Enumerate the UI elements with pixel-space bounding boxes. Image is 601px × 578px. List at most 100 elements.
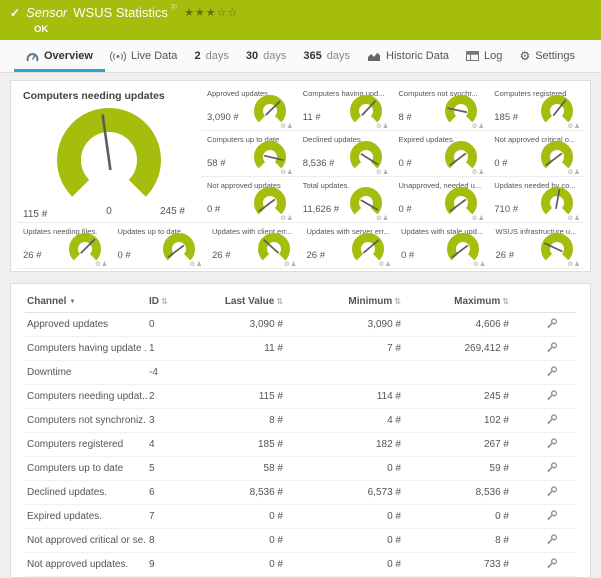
gauge-tile-declined-updates[interactable]: Declined updates.8,536 #⚙♟	[297, 131, 393, 177]
gauge-action-icons[interactable]: ⚙♟	[378, 260, 392, 268]
gauge-pin-icon[interactable]: ♟	[574, 261, 581, 268]
gauge-action-icons[interactable]: ⚙♟	[280, 214, 294, 222]
col-header-maximum[interactable]: Maximum⇅	[403, 290, 511, 313]
priority-stars[interactable]: ★★★☆☆	[184, 5, 238, 21]
gauge-settings-icon[interactable]: ⚙	[473, 261, 480, 268]
gauge-tile-not-approved-updates[interactable]: Not approved updates0 #⚙♟	[201, 177, 297, 223]
cell-channel[interactable]: Not approved updates.	[25, 553, 147, 577]
gauge-tile-not-approved-critical-o[interactable]: Not approved critical o...0 #⚙♟	[488, 131, 584, 177]
channel-settings-icon[interactable]	[546, 341, 558, 353]
gauge-action-icons[interactable]: ⚙♟	[472, 214, 486, 222]
gauge-settings-icon[interactable]: ⚙	[376, 169, 383, 176]
gauge-action-icons[interactable]: ⚙♟	[567, 260, 581, 268]
gauge-pin-icon[interactable]: ♟	[480, 261, 487, 268]
cell-channel[interactable]: Declined updates.	[25, 481, 147, 505]
gauge-pin-icon[interactable]: ♟	[196, 261, 203, 268]
gauge-pin-icon[interactable]: ♟	[383, 215, 390, 222]
gauge-tile-updates-with-server-err[interactable]: Updates with server err...26 #⚙♟	[301, 223, 396, 269]
gauge-tile-updates-with-stale-upd[interactable]: Updates with stale upd...0 #⚙♟	[395, 223, 490, 269]
cell-channel[interactable]: Computers not synchroniz...	[25, 409, 147, 433]
tab-live-data[interactable]: Live Data	[106, 40, 181, 72]
gauge-tile-total-updates[interactable]: Total updates.11,626 #⚙♟	[297, 177, 393, 223]
gauge-action-icons[interactable]: ⚙♟	[567, 214, 581, 222]
cell-channel[interactable]: Computers having update ...	[25, 337, 147, 361]
tab-settings[interactable]: ⚙Settings	[515, 40, 579, 72]
gauge-action-icons[interactable]: ⚙♟	[472, 168, 486, 176]
tab-historic-data[interactable]: Historic Data	[363, 40, 453, 72]
gauge-tile-computers-having-upd[interactable]: Computers having upd...11 #⚙♟	[297, 85, 393, 131]
gauge-tile-computers-not-synchr[interactable]: Computers not synchr...8 #⚙♟	[393, 85, 489, 131]
channel-settings-icon[interactable]	[546, 413, 558, 425]
tab-2-days[interactable]: 2days	[190, 40, 232, 72]
gauge-action-icons[interactable]: ⚙♟	[567, 168, 581, 176]
channel-settings-icon[interactable]	[546, 317, 558, 329]
col-header-last-value[interactable]: Last Value⇅	[205, 290, 285, 313]
gauge-tile-approved-updates[interactable]: Approved updates3,090 #⚙♟	[201, 85, 297, 131]
gauge-action-icons[interactable]: ⚙♟	[280, 122, 294, 130]
channel-settings-icon[interactable]	[546, 437, 558, 449]
gauge-tile-unapproved-needed-u[interactable]: Unapproved, needed u...0 #⚙♟	[393, 177, 489, 223]
channel-settings-icon[interactable]	[546, 365, 558, 377]
gauge-pin-icon[interactable]: ♟	[383, 169, 390, 176]
gauge-pin-icon[interactable]: ♟	[478, 215, 485, 222]
gauge-pin-icon[interactable]: ♟	[291, 261, 298, 268]
channel-settings-icon[interactable]	[546, 557, 558, 569]
gauge-pin-icon[interactable]: ♟	[574, 123, 581, 130]
tab-30-days[interactable]: 30days	[242, 40, 291, 72]
gauge-action-icons[interactable]: ⚙♟	[189, 260, 203, 268]
gauge-action-icons[interactable]: ⚙♟	[284, 260, 298, 268]
channel-settings-icon[interactable]	[546, 533, 558, 545]
channel-settings-icon[interactable]	[546, 461, 558, 473]
cell-channel[interactable]: Approved updates	[25, 313, 147, 337]
gauge-action-icons[interactable]: ⚙♟	[280, 168, 294, 176]
gauge-action-icons[interactable]: ⚙♟	[472, 122, 486, 130]
gauge-action-icons[interactable]: ⚙♟	[567, 122, 581, 130]
gauge-tile-computers-registered[interactable]: Computers registered185 #⚙♟	[488, 85, 584, 131]
gauge-pin-icon[interactable]: ♟	[385, 261, 392, 268]
gauge-tile-computers-needing-updates[interactable]: Computers needing updates 115 # 0 245 #	[17, 85, 201, 223]
gauge-settings-icon[interactable]: ⚙	[95, 261, 102, 268]
gauge-pin-icon[interactable]: ♟	[287, 215, 294, 222]
cell-channel[interactable]: Computers up to date	[25, 457, 147, 481]
channel-settings-icon[interactable]	[546, 509, 558, 521]
gauge-action-icons[interactable]: ⚙♟	[376, 214, 390, 222]
gauge-pin-icon[interactable]: ♟	[287, 169, 294, 176]
gauge-pin-icon[interactable]: ♟	[287, 123, 294, 130]
gauge-action-icons[interactable]: ⚙♟	[95, 260, 109, 268]
gauge-pin-icon[interactable]: ♟	[574, 169, 581, 176]
gauge-pin-icon[interactable]: ♟	[574, 215, 581, 222]
gauge-pin-icon[interactable]: ♟	[478, 123, 485, 130]
cell-channel[interactable]: Downtime	[25, 361, 147, 385]
gauge-tile-updates-with-client-err[interactable]: Updates with client err...26 #⚙♟	[206, 223, 301, 269]
gauge-pin-icon[interactable]: ♟	[478, 169, 485, 176]
channel-settings-icon[interactable]	[546, 485, 558, 497]
gauge-settings-icon[interactable]: ⚙	[376, 215, 383, 222]
cell-channel[interactable]: Computers registered	[25, 433, 147, 457]
gauge-pin-icon[interactable]: ♟	[383, 123, 390, 130]
gauge-action-icons[interactable]: ⚙♟	[376, 168, 390, 176]
cell-channel[interactable]: Expired updates.	[25, 505, 147, 529]
cell-channel[interactable]: Not approved critical or se...	[25, 529, 147, 553]
flag-icon[interactable]: ⚐	[171, 0, 178, 16]
gauge-action-icons[interactable]: ⚙♟	[473, 260, 487, 268]
gauge-settings-icon[interactable]: ⚙	[280, 123, 287, 130]
gauge-settings-icon[interactable]: ⚙	[376, 123, 383, 130]
gauge-tile-updates-needed-by-co[interactable]: Updates needed by co...710 #⚙♟	[488, 177, 584, 223]
gauge-tile-computers-up-to-date[interactable]: Computers up to date58 #⚙♟	[201, 131, 297, 177]
tab-365-days[interactable]: 365days	[299, 40, 354, 72]
channel-settings-icon[interactable]	[546, 389, 558, 401]
tab-log[interactable]: Log	[462, 40, 506, 72]
gauge-pin-icon[interactable]: ♟	[102, 261, 109, 268]
gauge-action-icons[interactable]: ⚙♟	[376, 122, 390, 130]
col-header-minimum[interactable]: Minimum⇅	[285, 290, 403, 313]
gauge-settings-icon[interactable]: ⚙	[280, 215, 287, 222]
gauge-tile-updates-up-to-date[interactable]: Updates up to date.0 #⚙♟	[112, 223, 207, 269]
tab-overview[interactable]: Overview	[22, 40, 97, 72]
gauge-tile-wsus-infrastructure-u[interactable]: WSUS infrastructure u...26 #⚙♟	[490, 223, 585, 269]
col-header-channel[interactable]: Channel▼	[25, 290, 147, 313]
cell-channel[interactable]: Computers needing updat...	[25, 385, 147, 409]
gauge-settings-icon[interactable]: ⚙	[280, 169, 287, 176]
col-header-id[interactable]: ID⇅	[147, 290, 205, 313]
gauge-settings-icon[interactable]: ⚙	[284, 261, 291, 268]
gauge-tile-updates-needing-files[interactable]: Updates needing files.26 #⚙♟	[17, 223, 112, 269]
